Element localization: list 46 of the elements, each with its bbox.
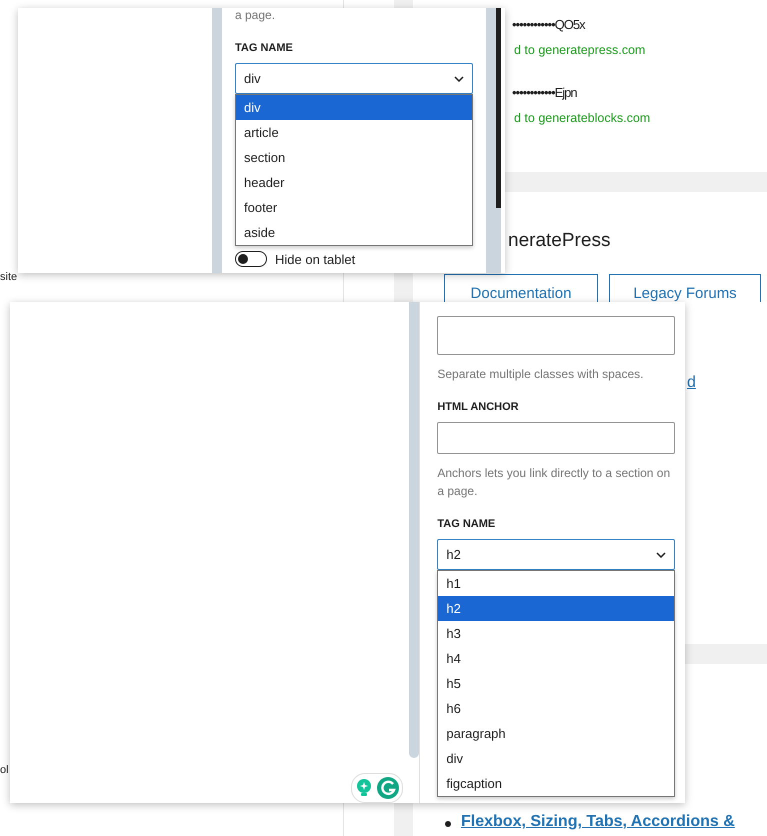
dropdown-option[interactable]: div (236, 95, 472, 120)
dropdown-option[interactable]: h6 (438, 696, 674, 721)
letter-g-icon (377, 777, 399, 799)
scrollbar-thumb[interactable] (496, 8, 501, 208)
scrollbar-thumb[interactable] (409, 302, 420, 758)
dropdown-option[interactable]: h1 (438, 571, 674, 596)
bullet-icon (445, 821, 451, 827)
toggle-label: Hide on tablet (275, 252, 356, 266)
help-text: Anchors lets you link directly to a section on a page. (437, 465, 672, 500)
tag-select[interactable]: div (235, 63, 473, 94)
body-text: ol (0, 764, 9, 776)
license-key: ••••••••••••QO5x (512, 17, 585, 32)
section-heading: neratePress (508, 230, 610, 252)
dropdown-option[interactable]: aside (236, 220, 472, 245)
dropdown-option[interactable]: footer (236, 195, 472, 220)
input-field[interactable] (437, 422, 675, 454)
dropdown-option[interactable]: h2 (438, 596, 674, 621)
outline-button[interactable]: Documentation (444, 274, 598, 302)
license-key: ••••••••••••Ejpn (512, 85, 577, 100)
dropdown-option[interactable]: section (236, 145, 472, 170)
body-text: site (0, 271, 18, 283)
license-status: d to generatepress.com (514, 43, 646, 57)
help-text: Separate multiple classes with spaces. (437, 366, 644, 383)
dropdown-option[interactable]: article (236, 120, 472, 145)
tag-select[interactable]: h2 (437, 539, 675, 570)
license-status: d to generateblocks.com (514, 111, 650, 125)
field-label: HTML ANCHOR (437, 401, 520, 413)
dropdown-option[interactable]: div (438, 746, 674, 771)
chevron-down-icon (656, 552, 666, 558)
dropdown-option[interactable]: h4 (438, 646, 674, 671)
dropdown-option[interactable]: figcaption (438, 771, 674, 796)
link-text[interactable]: d (687, 374, 696, 392)
field-label: TAG NAME (235, 42, 294, 54)
dropdown-option[interactable]: h5 (438, 671, 674, 696)
toggle-switch[interactable] (235, 251, 267, 267)
dropdown-option[interactable]: h3 (438, 621, 674, 646)
dropdown-option[interactable]: header (236, 170, 472, 195)
dropdown-option[interactable]: paragraph (438, 721, 674, 746)
outline-button[interactable]: Legacy Forums (609, 274, 761, 302)
field-label: TAG NAME (437, 518, 496, 530)
lightbulb-icon (355, 778, 373, 798)
chevron-down-icon (454, 76, 464, 82)
assistant-widget[interactable] (351, 773, 403, 803)
help-text: a page. (235, 7, 276, 24)
input-field[interactable] (437, 316, 675, 355)
list-link[interactable]: Flexbox, Sizing, Tabs, Accordions & (461, 813, 735, 831)
